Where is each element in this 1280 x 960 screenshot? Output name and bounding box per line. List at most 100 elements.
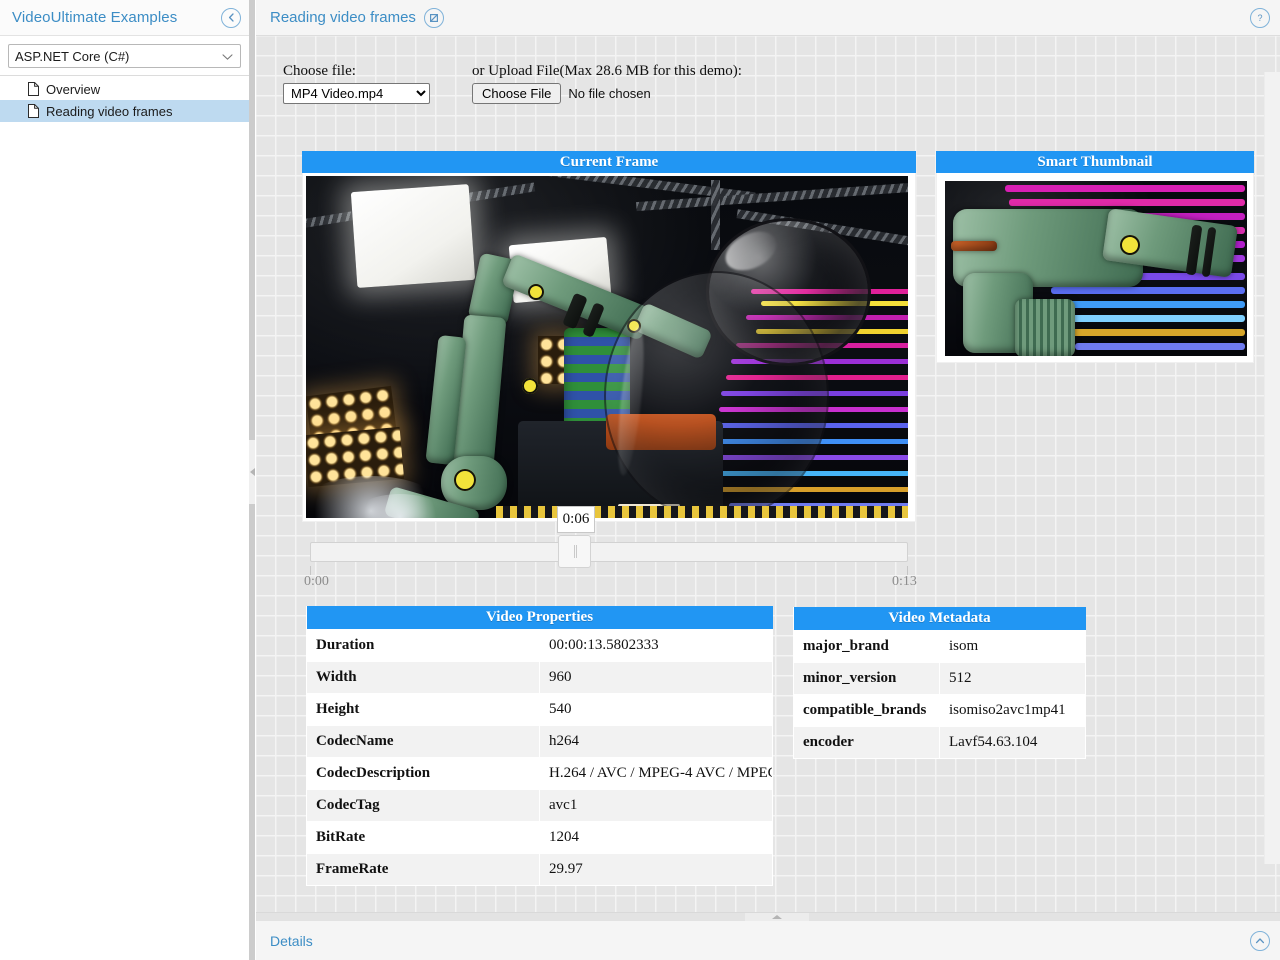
document-icon (28, 104, 39, 118)
video-properties-title: Video Properties (307, 606, 773, 630)
source-view-icon[interactable] (424, 8, 444, 28)
chevron-up-circle-icon[interactable] (1250, 931, 1270, 951)
row-value: isom (940, 631, 1086, 663)
row-key: Duration (307, 630, 540, 662)
table-row: Height540 (307, 694, 773, 726)
details-splitter[interactable] (256, 912, 1280, 920)
triangle-left-icon (250, 468, 255, 476)
frame-seek-slider[interactable]: 0:06 0:00 0:13 (302, 498, 916, 578)
thumbnail-artwork (945, 181, 1247, 356)
row-value: avc1 (540, 790, 773, 822)
video-metadata-title: Video Metadata (794, 607, 1086, 631)
video-metadata-table: Video Metadata major_brandisom minor_ver… (793, 607, 1086, 759)
file-upload-status: No file chosen (568, 86, 650, 101)
details-bar: Details (256, 920, 1280, 960)
smart-thumbnail-panel: Smart Thumbnail (936, 151, 1254, 363)
choose-file-group: Choose file: MP4 Video.mp4 (283, 62, 430, 104)
upload-file-group: or Upload File(Max 28.6 MB for this demo… (472, 62, 742, 104)
row-value: 29.97 (540, 854, 773, 886)
platform-select[interactable]: ASP.NET Core (C#) (8, 44, 241, 68)
file-input-control[interactable]: Choose File No file chosen (472, 83, 742, 104)
slider-track[interactable] (310, 542, 908, 562)
table-row: encoderLavf54.63.104 (794, 727, 1086, 759)
row-key: Height (307, 694, 540, 726)
table-row: FrameRate29.97 (307, 854, 773, 886)
smart-thumbnail-image (945, 181, 1247, 356)
table-row: CodecTagavc1 (307, 790, 773, 822)
page-title: Reading video frames (270, 9, 416, 26)
application-window: VideoUltimate Examples ASP.NET Core (C#)… (0, 0, 1280, 960)
video-properties-table: Video Properties Duration00:00:13.580233… (306, 606, 773, 886)
row-value: Lavf54.63.104 (940, 727, 1086, 759)
current-frame-image: JGF 23K (306, 176, 908, 518)
row-value: 540 (540, 694, 773, 726)
file-toolbar: Choose file: MP4 Video.mp4 or Upload Fil… (283, 62, 742, 104)
chevron-down-icon (222, 49, 233, 64)
row-key: Width (307, 662, 540, 694)
main-area: Reading video frames ? Choose file: MP4 … (256, 0, 1280, 960)
triangle-up-icon (772, 915, 782, 919)
details-splitter-handle[interactable] (745, 913, 809, 921)
frame-artwork: JGF 23K (306, 176, 908, 518)
chevron-left-circle-icon[interactable] (221, 8, 241, 28)
sidebar-item-reading-video-frames[interactable]: Reading video frames (0, 100, 249, 122)
content-inner: Choose file: MP4 Video.mp4 or Upload Fil… (256, 36, 1264, 912)
current-frame-box: JGF 23K (302, 173, 916, 522)
svg-text:?: ? (1257, 13, 1262, 23)
smart-thumbnail-box (936, 173, 1254, 363)
sidebar: VideoUltimate Examples ASP.NET Core (C#)… (0, 0, 250, 960)
row-value: H.264 / AVC / MPEG-4 AVC / MPEG-4 part 1… (540, 758, 773, 790)
table-row: compatible_brandsisomiso2avc1mp41 (794, 695, 1086, 727)
row-value: 960 (540, 662, 773, 694)
slider-time-tooltip: 0:06 (557, 506, 595, 533)
row-key: CodecDescription (307, 758, 540, 790)
platform-select-value: ASP.NET Core (C#) (15, 49, 129, 64)
row-key: encoder (794, 727, 940, 759)
choose-file-button[interactable]: Choose File (472, 83, 561, 104)
sidebar-title: VideoUltimate Examples (12, 9, 221, 26)
row-key: BitRate (307, 822, 540, 854)
slider-grip-icon (574, 545, 575, 558)
row-key: major_brand (794, 631, 940, 663)
table-row: Duration00:00:13.5802333 (307, 630, 773, 662)
question-circle-icon[interactable]: ? (1250, 8, 1270, 28)
content-canvas: Choose file: MP4 Video.mp4 or Upload Fil… (256, 36, 1280, 912)
row-value: 00:00:13.5802333 (540, 630, 773, 662)
table-row: BitRate1204 (307, 822, 773, 854)
sidebar-nav-list: Overview Reading video frames (0, 76, 249, 122)
smart-thumbnail-title: Smart Thumbnail (936, 151, 1254, 173)
sidebar-header: VideoUltimate Examples (0, 0, 249, 36)
slider-end-label: 0:13 (892, 574, 917, 590)
sidebar-item-label: Reading video frames (46, 104, 172, 119)
row-key: minor_version (794, 663, 940, 695)
row-key: compatible_brands (794, 695, 940, 727)
choose-file-label: Choose file: (283, 62, 430, 80)
table-row: CodecNameh264 (307, 726, 773, 758)
table-row: CodecDescriptionH.264 / AVC / MPEG-4 AVC… (307, 758, 773, 790)
slider-start-label: 0:00 (304, 574, 329, 590)
upload-file-label: or Upload File(Max 28.6 MB for this demo… (472, 62, 742, 80)
row-key: CodecTag (307, 790, 540, 822)
sidebar-item-overview[interactable]: Overview (0, 78, 249, 100)
content-vertical-scrollbar[interactable] (1264, 72, 1280, 864)
sidebar-splitter-handle[interactable] (249, 440, 255, 504)
current-frame-panel: Current Frame (302, 151, 916, 522)
details-title: Details (270, 933, 1250, 949)
sample-file-select[interactable]: MP4 Video.mp4 (283, 83, 430, 104)
toolbar-gap (430, 62, 472, 104)
sidebar-item-label: Overview (46, 82, 100, 97)
document-icon (28, 82, 39, 96)
row-value: isomiso2avc1mp41 (940, 695, 1086, 727)
platform-select-wrapper: ASP.NET Core (C#) (0, 36, 249, 76)
table-row: Width960 (307, 662, 773, 694)
main-header: Reading video frames ? (256, 0, 1280, 36)
row-value: h264 (540, 726, 773, 758)
row-key: CodecName (307, 726, 540, 758)
slider-thumb[interactable] (558, 535, 591, 568)
row-key: FrameRate (307, 854, 540, 886)
video-properties-body: Duration00:00:13.5802333 Width960 Height… (307, 630, 773, 886)
table-row: major_brandisom (794, 631, 1086, 663)
video-metadata-body: major_brandisom minor_version512 compati… (794, 631, 1086, 759)
sidebar-splitter[interactable] (249, 0, 255, 960)
row-value: 1204 (540, 822, 773, 854)
